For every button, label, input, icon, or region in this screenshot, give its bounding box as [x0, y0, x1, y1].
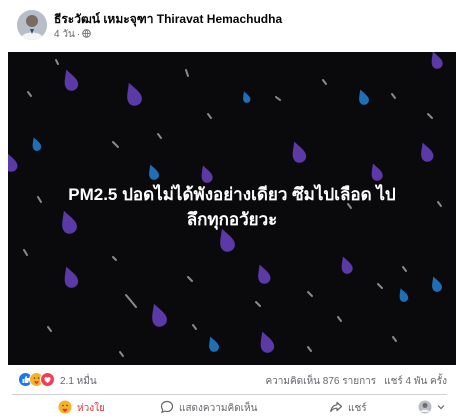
author-avatar[interactable] [17, 10, 47, 40]
comment-count[interactable]: ความคิดเห็น 876 รายการ [265, 374, 376, 389]
post-image[interactable]: PM2.5 ปอดไม่ได้พังอย่างเดียว ซึมไปเลือด … [8, 52, 456, 365]
profile-avatar-icon [418, 400, 432, 417]
meta-separator: · [76, 29, 81, 40]
post-meta: 4 วัน · [54, 27, 91, 42]
share-label: แชร์ [348, 402, 367, 414]
share-arrow-icon [329, 400, 343, 417]
comment-button[interactable]: แสดงความคิดเห็น [160, 398, 257, 418]
post-as-selector[interactable] [418, 398, 445, 418]
love-reaction-icon [40, 372, 55, 387]
post-timestamp[interactable]: 4 วัน [54, 27, 75, 42]
globe-icon[interactable] [82, 28, 91, 41]
care-emoji-icon [58, 400, 72, 417]
comment-label: แสดงความคิดเห็น [179, 402, 258, 414]
chevron-down-icon [437, 403, 445, 414]
care-label: ห่วงใย [77, 402, 105, 414]
engagement-counts: ความคิดเห็น 876 รายการ แชร์ 4 พัน ครั้ง [265, 374, 447, 389]
caption-line-1: PM2.5 ปอดไม่ได้พังอย่างเดียว ซึมไปเลือด … [68, 185, 396, 204]
post-card: ธีระวัฒน์ เหมะจุฑา Thiravat Hemachudha 4… [0, 0, 459, 420]
post-header: ธีระวัฒน์ เหมะจุฑา Thiravat Hemachudha 4… [0, 0, 459, 52]
post-actions: ห่วงใย แสดงความคิดเห็น แชร์ [0, 396, 459, 420]
share-count[interactable]: แชร์ 4 พัน ครั้ง [384, 374, 447, 389]
actions-divider [12, 394, 447, 395]
care-button[interactable]: ห่วงใย [58, 398, 105, 418]
share-button[interactable]: แชร์ [329, 398, 367, 418]
comment-icon [160, 400, 174, 417]
caption-line-2: ลึกทุกอวัยวะ [186, 210, 278, 229]
post-stats: 2.1 หมื่น ความคิดเห็น 876 รายการ แชร์ 4 … [0, 368, 459, 390]
reaction-count[interactable]: 2.1 หมื่น [60, 374, 97, 389]
image-caption: PM2.5 ปอดไม่ได้พังอย่างเดียว ซึมไปเลือด … [8, 182, 456, 232]
